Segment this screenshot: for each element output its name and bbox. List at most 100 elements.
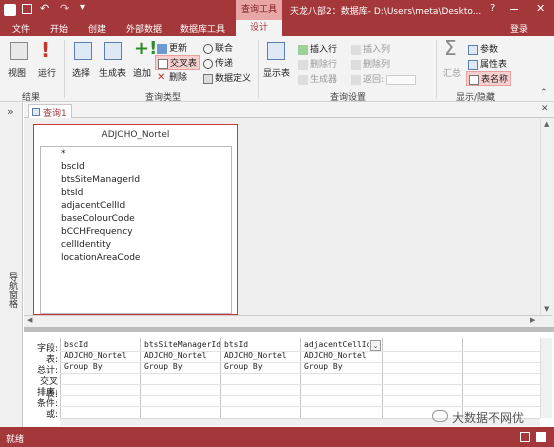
tab-home[interactable]: 开始 [50,22,68,35]
grid-table-cell[interactable]: ADJCHO_Nortel [301,351,382,362]
field-dropdown-icon[interactable]: ⌄ [370,340,381,351]
pass-through-label: 传递 [215,59,234,69]
grid-field-cell[interactable]: btsSiteManagerId [141,340,220,351]
delete-rows-label: 删除行 [310,60,338,70]
delete-button[interactable]: ✕ 删除 [157,70,187,83]
save-icon[interactable] [22,4,32,14]
builder-button[interactable]: 生成器 [298,72,337,85]
return-dropdown[interactable]: 返回: [351,72,417,85]
run-button[interactable]: 运行 [38,66,56,79]
field-item[interactable]: cellIdentity [61,240,111,250]
undo-icon[interactable]: ↶ [40,2,49,15]
query-icon [32,108,40,116]
group-separator [258,40,259,98]
insert-cols-label: 插入列 [363,45,391,55]
field-item[interactable]: btsId [61,188,83,198]
field-item[interactable]: bscId [61,162,85,172]
grid-total-cell[interactable]: Group By [61,362,140,373]
insert-rows-button[interactable]: 插入行 [298,42,337,55]
delete-cols-button[interactable]: 删除列 [351,57,390,70]
insert-rows-icon [298,44,308,55]
grid-field-cell[interactable]: btsId [221,340,300,351]
scroll-up-icon[interactable]: ▲ [544,120,549,128]
delete-cols-label: 删除列 [363,60,391,70]
return-label: 返回: [363,75,385,85]
show-table-button[interactable]: 显示表 [263,66,290,79]
login-link[interactable]: 登录 [510,22,528,35]
nav-pane-label[interactable]: 导航窗格 [6,272,19,308]
scroll-down-icon[interactable]: ▼ [544,305,549,313]
field-item[interactable]: baseColourCode [61,214,135,224]
document-tab-bar [24,102,554,118]
table-names-icon [469,74,479,85]
field-item[interactable]: * [61,149,66,159]
update-button[interactable]: 更新 [157,41,187,54]
union-button[interactable]: 联合 [203,41,233,54]
tab-query1[interactable]: 查询1 [28,104,72,119]
app-icon[interactable] [4,4,16,16]
grid-table-cell[interactable]: ADJCHO_Nortel [141,351,220,362]
table-names-button[interactable]: 表名称 [466,71,512,86]
field-item[interactable]: locationAreaCode [61,253,140,263]
insert-cols-icon [351,44,361,55]
parameters-icon [468,44,478,55]
tab-database-tools[interactable]: 数据库工具 [180,22,225,35]
insert-rows-label: 插入行 [310,45,338,55]
collapse-ribbon-icon[interactable]: ⌃ [540,88,548,98]
globe-icon [203,58,213,69]
customize-icon[interactable]: ▾ [80,2,85,13]
grid-table-cell[interactable]: ADJCHO_Nortel [61,351,140,362]
grid-row-line [60,395,540,396]
field-item[interactable]: bCCHFrequency [61,227,133,237]
parameters-label: 参数 [480,45,499,55]
tab-file[interactable]: 文件 [12,22,30,35]
property-sheet-button[interactable]: 属性表 [468,57,507,70]
help-icon[interactable]: ? [490,3,495,14]
datasheet-view-icon[interactable] [520,432,530,442]
status-text: 就绪 [6,435,25,445]
make-table-icon [104,42,122,60]
minimize-icon[interactable] [510,9,518,10]
watermark-icon [432,410,448,422]
crosstab-label: 交叉表 [170,59,198,69]
design-horizontal-scrollbar[interactable]: ◀ ▶ [24,315,552,327]
grid-field-cell[interactable]: adjacentCellId [301,340,369,351]
close-icon[interactable]: ✕ [536,2,545,15]
make-table-button[interactable]: 生成表 [99,66,126,79]
field-list[interactable]: * bscId btsSiteManagerId btsId adjacentC… [40,146,232,314]
field-item[interactable]: adjacentCellId [61,201,125,211]
totals-button[interactable]: 汇总 [443,66,461,79]
scroll-right-icon[interactable]: ▶ [530,316,535,324]
show-table-icon [267,42,285,60]
tab-external-data[interactable]: 外部数据 [126,22,162,35]
row-label-or: 或: [45,410,58,420]
append-button[interactable]: 追加 [133,66,151,79]
grid-table-cell[interactable]: ADJCHO_Nortel [221,351,300,362]
delete-rows-button[interactable]: 删除行 [298,57,337,70]
data-definition-button[interactable]: 数据定义 [203,71,251,84]
pass-through-button[interactable]: 传递 [203,56,233,69]
field-item[interactable]: btsSiteManagerId [61,175,140,185]
redo-icon[interactable]: ↷ [60,2,69,15]
tab-design[interactable]: 设计 [236,20,282,36]
design-vertical-scrollbar[interactable]: ▲ ▼ [540,119,553,315]
grid-total-cell[interactable]: Group By [221,362,300,373]
design-view-icon[interactable] [536,432,546,442]
grid-field-cell[interactable]: bscId [61,340,140,351]
navigation-pane: » 导航窗格 [0,102,23,427]
data-definition-label: 数据定义 [215,74,252,84]
tab-create[interactable]: 创建 [88,22,106,35]
parameters-button[interactable]: 参数 [468,42,498,55]
nav-expand-icon[interactable]: » [7,105,14,118]
grid-total-cell[interactable]: Group By [301,362,382,373]
ribbon: 视图 ! 运行 结果 选择 生成表 +! 追加 更新 交叉表 ✕ 删除 联合 传递… [0,36,554,103]
view-button[interactable]: 视图 [8,66,26,79]
grid-total-cell[interactable]: Group By [141,362,220,373]
crosstab-button[interactable]: 交叉表 [155,55,201,70]
close-tab-icon[interactable]: ✕ [541,104,549,114]
select-button[interactable]: 选择 [72,66,90,79]
union-label: 联合 [215,44,234,54]
grid-vertical-scrollbar[interactable] [540,338,552,418]
insert-cols-button[interactable]: 插入列 [351,42,390,55]
scroll-left-icon[interactable]: ◀ [27,316,32,324]
